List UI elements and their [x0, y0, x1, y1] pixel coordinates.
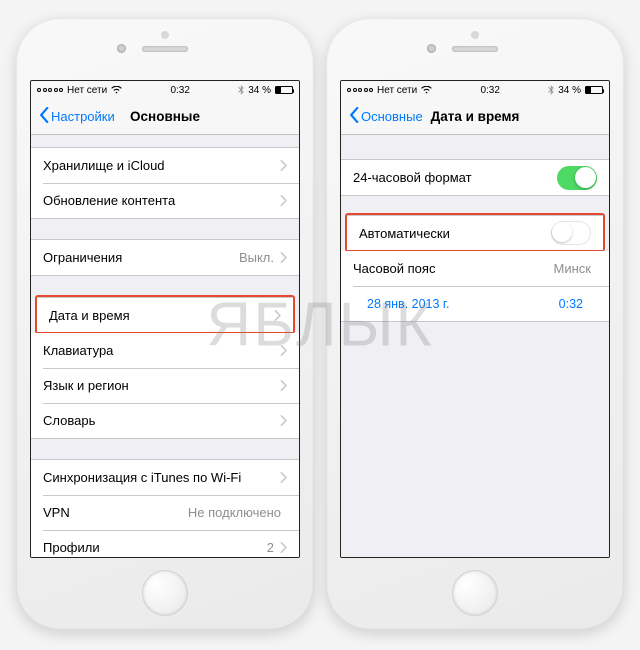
- toggle-24h[interactable]: [557, 166, 597, 190]
- row-timezone[interactable]: Часовой пояс Минск: [341, 251, 609, 286]
- status-bar: Нет сети 0:32 34 %: [341, 81, 609, 99]
- bluetooth-icon: [548, 85, 554, 95]
- chevron-right-icon: [280, 542, 287, 553]
- chevron-right-icon: [274, 310, 281, 321]
- wifi-icon: [111, 86, 122, 94]
- nav-bar: Настройки Основные: [31, 99, 299, 135]
- speaker-grille: [452, 46, 498, 52]
- content-right: 24-часовой формат Автоматически Часовой …: [341, 135, 609, 557]
- back-button[interactable]: Настройки: [35, 99, 119, 134]
- battery-label: 34 %: [558, 85, 581, 96]
- signal-dots-icon: [37, 88, 63, 92]
- row-storage-icloud[interactable]: Хранилище и iCloud: [31, 148, 299, 183]
- chevron-right-icon: [280, 472, 287, 483]
- proximity-sensor: [161, 31, 169, 39]
- row-24h-format[interactable]: 24-часовой формат: [341, 160, 609, 195]
- screen-left: Нет сети 0:32 34 % Настройки Основные: [30, 80, 300, 558]
- chevron-left-icon: [39, 107, 49, 126]
- row-dictionary[interactable]: Словарь: [31, 403, 299, 438]
- row-profiles[interactable]: Профили 2: [31, 530, 299, 557]
- phone-right: Нет сети 0:32 34 % Основные Дата и время: [326, 18, 624, 630]
- chevron-right-icon: [280, 160, 287, 171]
- row-date-time[interactable]: Дата и время: [37, 297, 293, 332]
- highlight-date-time: Дата и время: [35, 295, 295, 334]
- carrier-label: Нет сети: [67, 85, 107, 96]
- carrier-label: Нет сети: [377, 85, 417, 96]
- row-background-refresh[interactable]: Обновление контента: [31, 183, 299, 218]
- chevron-left-icon: [349, 107, 359, 126]
- highlight-auto: Автоматически: [345, 213, 605, 252]
- battery-label: 34 %: [248, 85, 271, 96]
- time-value: 0:32: [559, 297, 583, 311]
- chevron-right-icon: [280, 345, 287, 356]
- row-language-region[interactable]: Язык и регион: [31, 368, 299, 403]
- row-keyboard[interactable]: Клавиатура: [31, 333, 299, 368]
- date-value: 28 янв. 2013 г.: [367, 297, 449, 311]
- group-auto-tz: Автоматически Часовой пояс Минск 28 янв.…: [341, 213, 609, 322]
- wifi-icon: [421, 86, 432, 94]
- proximity-sensor: [471, 31, 479, 39]
- home-button[interactable]: [142, 570, 188, 616]
- clock-label: 0:32: [170, 85, 189, 96]
- home-button[interactable]: [452, 570, 498, 616]
- phone-left: Нет сети 0:32 34 % Настройки Основные: [16, 18, 314, 630]
- front-camera: [117, 44, 126, 53]
- back-label: Настройки: [51, 109, 115, 124]
- battery-icon: [275, 86, 293, 94]
- chevron-right-icon: [280, 195, 287, 206]
- group-sync-vpn: Синхронизация с iTunes по Wi-Fi VPN Не п…: [31, 459, 299, 557]
- nav-bar: Основные Дата и время: [341, 99, 609, 135]
- battery-icon: [585, 86, 603, 94]
- group-24h: 24-часовой формат: [341, 159, 609, 196]
- group-datetime-lang: Дата и время Клавиатура Язык и регион: [31, 295, 299, 439]
- chevron-right-icon: [280, 380, 287, 391]
- front-camera: [427, 44, 436, 53]
- row-vpn[interactable]: VPN Не подключено: [31, 495, 299, 530]
- page-title: Дата и время: [431, 109, 520, 124]
- row-restrictions[interactable]: Ограничения Выкл.: [31, 240, 299, 275]
- clock-label: 0:32: [480, 85, 499, 96]
- group-storage: Хранилище и iCloud Обновление контента: [31, 147, 299, 219]
- group-restrictions: Ограничения Выкл.: [31, 239, 299, 276]
- status-bar: Нет сети 0:32 34 %: [31, 81, 299, 99]
- screen-right: Нет сети 0:32 34 % Основные Дата и время: [340, 80, 610, 558]
- content-left: Хранилище и iCloud Обновление контента О…: [31, 135, 299, 557]
- back-button[interactable]: Основные: [345, 99, 427, 134]
- toggle-auto[interactable]: [551, 221, 591, 245]
- bluetooth-icon: [238, 85, 244, 95]
- chevron-right-icon: [280, 252, 287, 263]
- row-date-picker[interactable]: 28 янв. 2013 г. 0:32: [341, 286, 609, 321]
- page-title: Основные: [130, 109, 200, 124]
- signal-dots-icon: [347, 88, 373, 92]
- row-set-automatically[interactable]: Автоматически: [347, 215, 603, 250]
- back-label: Основные: [361, 109, 423, 124]
- row-itunes-wifi-sync[interactable]: Синхронизация с iTunes по Wi-Fi: [31, 460, 299, 495]
- speaker-grille: [142, 46, 188, 52]
- chevron-right-icon: [280, 415, 287, 426]
